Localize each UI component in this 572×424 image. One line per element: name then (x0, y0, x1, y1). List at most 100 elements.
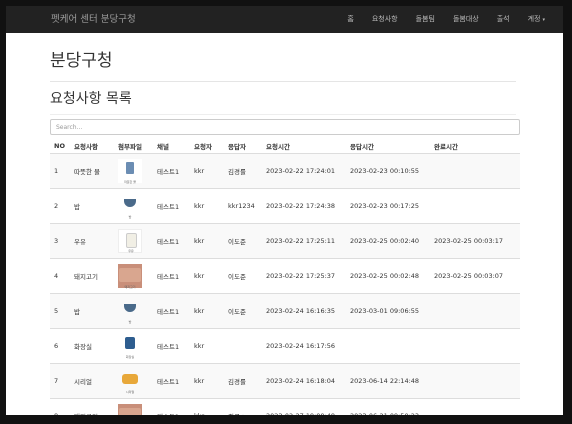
table-row[interactable]: 4 돼지고기 돼지고기 테스트1 kkr 이도준 2023-02-22 17:25:37 20… (50, 258, 520, 294)
cereal-icon[interactable]: 시리얼 (118, 369, 142, 394)
cell-channel: 테스트1 (153, 153, 190, 189)
col-attachment[interactable]: 첨부파일 (114, 138, 153, 154)
table-row[interactable]: 8돼지고기돼지고기테스트1kkr최국ㅗ2023-02-27 19:09:4820… (50, 398, 520, 415)
nav-requests[interactable]: 요청사항 (363, 6, 407, 33)
cell-no: 6 (50, 328, 70, 364)
cell-done-time (430, 188, 520, 224)
meat-icon[interactable]: 돼지고기 (118, 404, 142, 415)
table-row[interactable]: 5 밥 밥 테스트1 kkr 이도준 2023-02-24 16:16:35 2023-03-… (50, 293, 520, 329)
cell-responder (224, 328, 262, 364)
cell-done-time (430, 293, 520, 329)
navbar-menu: 홈 요청사항 돌봄팀 돌봄대상 출석 계정 ▾ (338, 6, 563, 33)
cell-request: 따뜻한 물 (70, 153, 114, 189)
browser-frame: 펫케어 센터 분당구청 홈 요청사항 돌봄팀 돌봄대상 출석 계정 ▾ 분당구청 … (0, 0, 572, 424)
cell-no: 1 (50, 153, 70, 189)
table-row[interactable]: 6 화장실 화장실 테스트1 kkr 2023-02-24 16:17:56 (50, 328, 520, 364)
table-row[interactable]: 7 시리얼 시리얼 테스트1 kkr 김경률 2023-02-24 16:18:04 2023… (50, 363, 520, 399)
cell-channel: 테스트1 (153, 293, 190, 329)
cell-responder: 이도준 (224, 223, 262, 259)
thumbnail-caption: 시리얼 (125, 390, 135, 394)
cell-requester: kkr (190, 363, 224, 399)
divider (50, 114, 516, 115)
cell-responder: kkr1234 (224, 188, 262, 224)
cell-requester: kkr (190, 188, 224, 224)
col-done-time[interactable]: 완료시간 (430, 138, 520, 154)
cell-channel: 테스트1 (153, 223, 190, 259)
cell-done-time (430, 398, 520, 415)
cell-request: 밥 (70, 293, 114, 329)
cell-requester: kkr (190, 328, 224, 364)
cell-response-time (346, 328, 430, 364)
col-responder[interactable]: 응답자 (224, 138, 262, 154)
thumbnail-caption: 우유 (128, 249, 134, 253)
col-request[interactable]: 요청사항 (70, 138, 114, 154)
col-response-time[interactable]: 응답시간 (346, 138, 430, 154)
cell-channel: 테스트1 (153, 188, 190, 224)
cell-requester: kkr (190, 398, 224, 415)
cell-attachment: 화장실 (114, 328, 153, 364)
cell-no: 3 (50, 223, 70, 259)
thumbnail-caption: 돼지고기 (124, 285, 136, 289)
cell-response-time: 2023-02-23 00:17:25 (346, 188, 430, 224)
cell-no: 2 (50, 188, 70, 224)
cell-attachment: 밥 (114, 293, 153, 329)
cell-responder: 이도준 (224, 258, 262, 294)
cell-no: 5 (50, 293, 70, 329)
search-input[interactable]: Search... (50, 119, 520, 135)
cell-request: 돼지고기 (70, 398, 114, 415)
cell-channel: 테스트1 (153, 363, 190, 399)
thumbnail-image (125, 337, 135, 349)
rice-icon[interactable]: 밥 (118, 194, 142, 219)
cell-responder: 이도준 (224, 293, 262, 329)
nav-care-team[interactable]: 돌봄팀 (407, 6, 444, 33)
cell-done-time: 2023-02-25 00:03:07 (430, 258, 520, 294)
col-request-time[interactable]: 요청시간 (262, 138, 346, 154)
cell-request-time: 2023-02-24 16:18:04 (262, 363, 346, 399)
cell-response-time: 2023-06-21 09:50:23 (346, 398, 430, 415)
cell-response-time: 2023-02-25 00:02:48 (346, 258, 430, 294)
col-channel[interactable]: 채널 (153, 138, 190, 154)
cell-responder: 김경률 (224, 153, 262, 189)
cell-response-time: 2023-02-25 00:02:40 (346, 223, 430, 259)
cell-channel: 테스트1 (153, 258, 190, 294)
cell-request-time: 2023-02-24 16:16:35 (262, 293, 346, 329)
rice-icon[interactable]: 밥 (118, 299, 142, 324)
col-requester[interactable]: 요청자 (190, 138, 224, 154)
divider (50, 81, 516, 82)
water-icon[interactable]: 따뜻한 물 (118, 159, 142, 184)
navbar-brand[interactable]: 펫케어 센터 분당구청 (51, 6, 136, 33)
cell-no: 4 (50, 258, 70, 294)
cell-response-time: 2023-03-01 09:06:55 (346, 293, 430, 329)
cell-request-time: 2023-02-24 16:17:56 (262, 328, 346, 364)
meat-icon[interactable]: 돼지고기 (118, 264, 142, 289)
cell-request-time: 2023-02-22 17:25:37 (262, 258, 346, 294)
nav-account-label: 계정 (527, 14, 541, 23)
thumbnail-image (126, 233, 137, 248)
nav-account-dropdown[interactable]: 계정 ▾ (519, 6, 563, 34)
table-row[interactable]: 1 따뜻한 물 따뜻한 물 테스트1 kkr 김경률 2023-02-22 17:24:01… (50, 153, 520, 189)
col-no[interactable]: NO (50, 138, 70, 154)
nav-home[interactable]: 홈 (338, 6, 362, 33)
cell-requester: kkr (190, 258, 224, 294)
cell-requester: kkr (190, 293, 224, 329)
cell-request: 돼지고기 (70, 258, 114, 294)
cell-response-time: 2023-06-14 22:14:48 (346, 363, 430, 399)
cell-responder: 최국ㅗ (224, 398, 262, 415)
thumbnail-caption: 따뜻한 물 (124, 180, 136, 184)
table-header-row: NO 요청사항 첨부파일 채널 요청자 응답자 요청시간 응답시간 완료시간 (50, 138, 520, 154)
table-row[interactable]: 2 밥 밥 테스트1 kkr kkr1234 2023-02-22 17:24:38 2023… (50, 188, 520, 224)
section-title: 요청사항 목록 (50, 91, 132, 107)
thumbnail-caption: 밥 (128, 215, 132, 219)
cell-requester: kkr (190, 223, 224, 259)
thumbnail-image (124, 304, 136, 312)
cell-done-time (430, 153, 520, 189)
toilet-icon[interactable]: 화장실 (118, 334, 142, 359)
cell-request-time: 2023-02-22 17:24:38 (262, 188, 346, 224)
table-row[interactable]: 3 우유 우유 테스트1 kkr 이도준 2023-02-22 17:25:11 2023-0… (50, 223, 520, 259)
cell-request: 밥 (70, 188, 114, 224)
nav-attendance[interactable]: 출석 (488, 6, 519, 33)
nav-care-target[interactable]: 돌봄대상 (444, 6, 488, 33)
cell-done-time (430, 328, 520, 364)
milk-icon[interactable]: 우유 (118, 229, 142, 253)
cell-responder: 김경률 (224, 363, 262, 399)
